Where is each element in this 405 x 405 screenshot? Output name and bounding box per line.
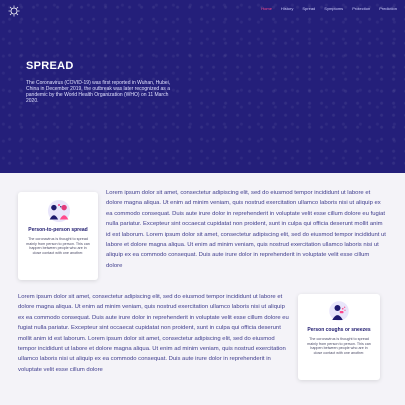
content-paragraph-1: Lorem ipsum dolor sit amet, consectetur … xyxy=(106,190,386,269)
info-card-person-coughs: Person coughs or sneezes The coronavirus… xyxy=(298,294,380,380)
card-text: The coronavirus is thought to spread mai… xyxy=(307,337,371,355)
nav-item-spread[interactable]: Spread xyxy=(302,6,315,11)
nav-item-history[interactable]: History xyxy=(281,6,293,11)
nav-item-prediction[interactable]: Prediction xyxy=(379,6,397,11)
main-nav: Home History Spread Symptoms Protection … xyxy=(261,6,397,11)
nav-item-protection[interactable]: Protection xyxy=(352,6,370,11)
card-text: The coronavirus is thought to spread mai… xyxy=(26,237,90,255)
person-coughing-illustration xyxy=(329,301,349,321)
hero-section: Home History Spread Symptoms Protection … xyxy=(0,0,405,173)
person-to-person-illustration xyxy=(47,199,71,223)
content-paragraph-2: Lorem ipsum dolor sit amet, consectetur … xyxy=(18,294,289,373)
nav-item-home[interactable]: Home xyxy=(261,6,272,11)
card-title: Person coughs or sneezes xyxy=(307,327,371,333)
card-title: Person-to-person spread xyxy=(28,227,88,233)
info-card-person-to-person: Person-to-person spread The coronavirus … xyxy=(18,192,98,280)
virus-logo-icon[interactable] xyxy=(8,5,20,17)
nav-item-symptoms[interactable]: Symptoms xyxy=(324,6,343,11)
page-title: SPREAD xyxy=(26,60,74,72)
hero-description: The Coronavirus (COVID-19) was first rep… xyxy=(26,80,171,104)
